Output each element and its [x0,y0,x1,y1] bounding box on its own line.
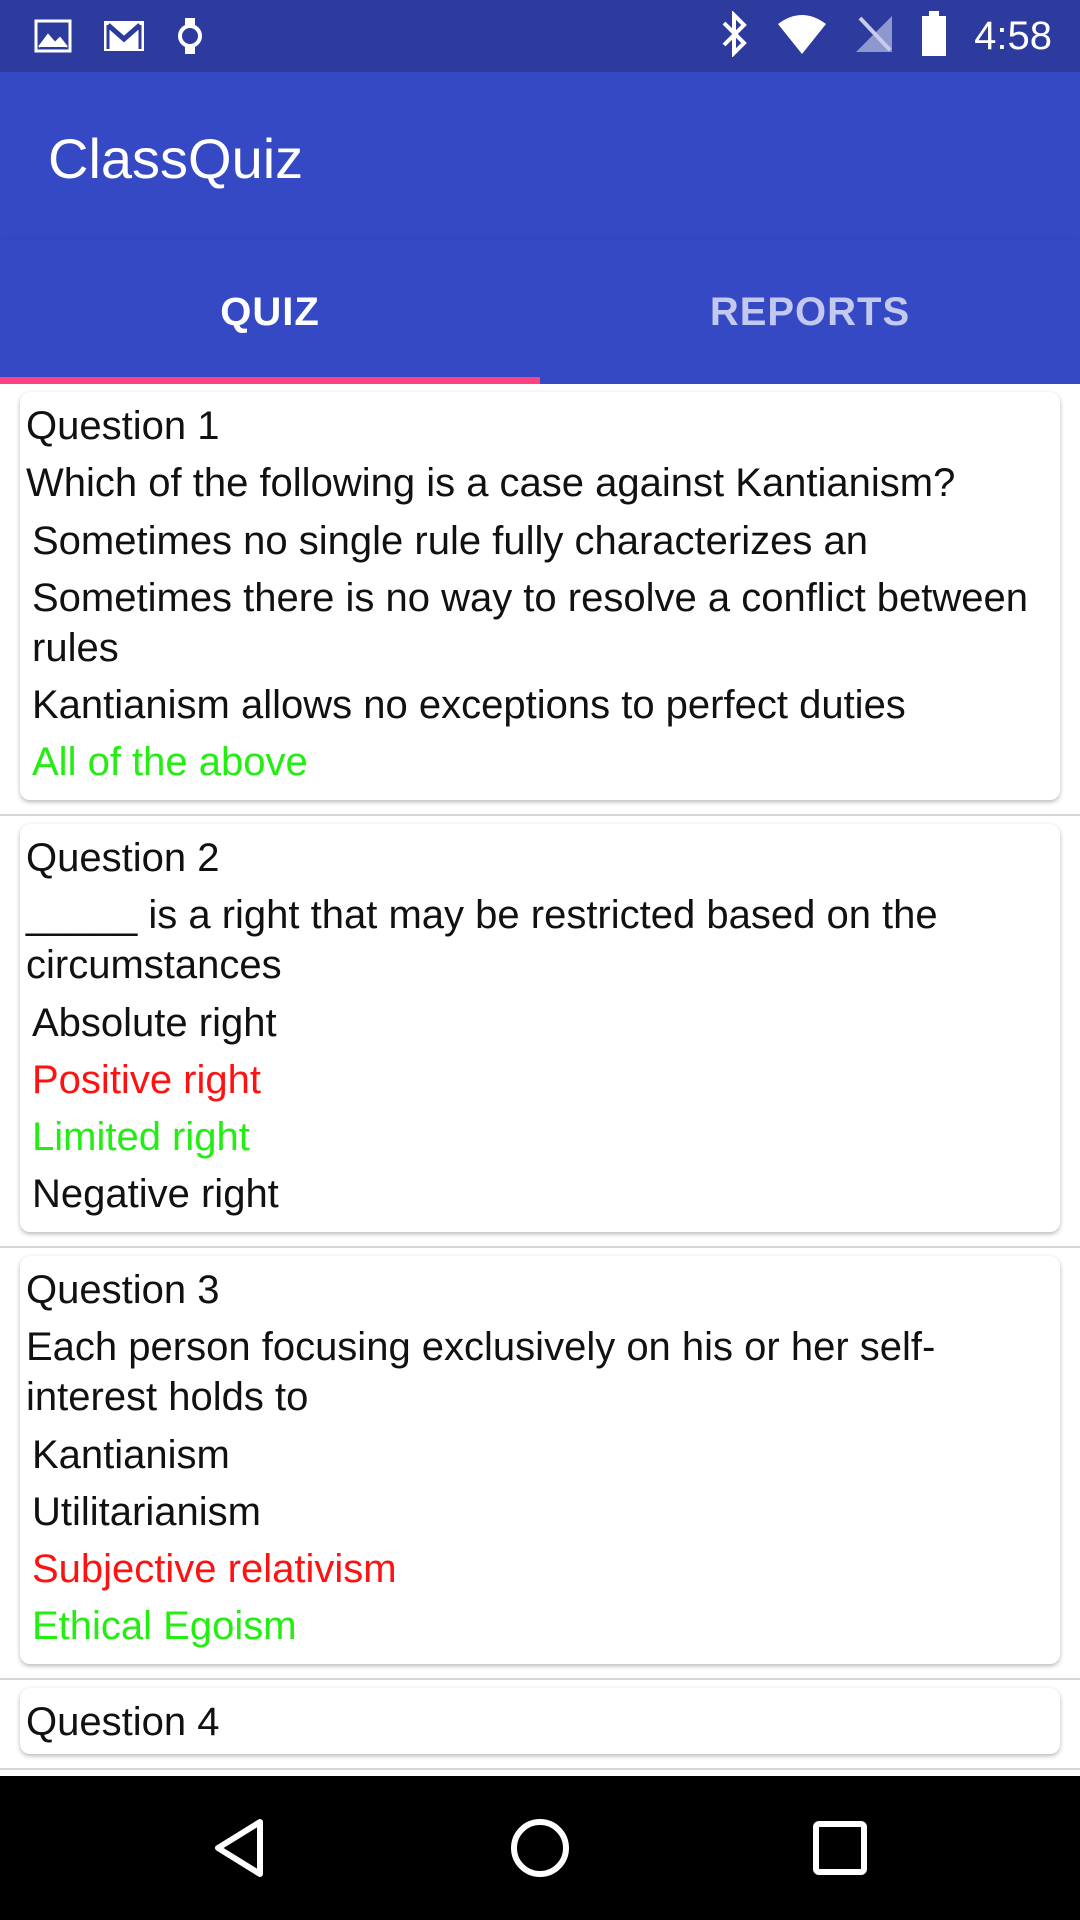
answer-option-wrong[interactable]: Subjective relativism [32,1544,1054,1594]
question-title: Question 3 [26,1268,220,1312]
question-item: Question 1 Which of the following is a c… [0,384,1080,816]
navigation-bar [0,1776,1080,1920]
bluetooth-icon [720,9,750,62]
question-card: Question 2 _____ is a right that may be … [20,824,1060,1232]
answer-option-correct[interactable]: Limited right [32,1112,1054,1162]
question-title: Question 1 [26,404,220,448]
home-icon[interactable] [508,1816,572,1880]
tab-quiz[interactable]: QUIZ [0,240,540,384]
question-text: _____ is a right that may be restricted … [26,893,938,987]
question-text: Which of the following is a case against… [26,461,956,505]
answer-option-wrong[interactable]: Positive right [32,1055,1054,1105]
tab-reports[interactable]: REPORTS [540,240,1080,384]
question-item: Question 2 _____ is a right that may be … [0,816,1080,1248]
back-icon[interactable] [210,1816,274,1880]
answer-option[interactable]: Sometimes no single rule fully character… [32,516,1054,566]
answer-option[interactable]: Sometimes there is no way to resolve a c… [32,573,1054,673]
answer-option[interactable]: Negative right [32,1169,1054,1219]
tab-bar: QUIZ REPORTS [0,240,1080,384]
question-card: Question 3 Each person focusing exclusiv… [20,1256,1060,1664]
answer-option-correct[interactable]: All of the above [32,737,1054,787]
answer-option-correct[interactable]: Ethical Egoism [32,1601,1054,1651]
app-title: ClassQuiz [48,127,304,190]
notification-icons [34,16,204,61]
quiz-list[interactable]: Question 1 Which of the following is a c… [0,384,1080,1776]
system-icons: 4:58 [720,9,1052,62]
question-title: Question 4 [26,1700,220,1744]
battery-icon [920,10,948,62]
question-card: Question 4 [20,1688,1060,1754]
clock: 4:58 [974,14,1052,58]
image-icon [34,19,72,58]
answer-option[interactable]: Kantianism [32,1430,1054,1480]
answer-option[interactable]: Kantianism allows no exceptions to perfe… [32,680,1054,730]
question-text: Each person focusing exclusively on his … [26,1325,936,1419]
app-bar: ClassQuiz [0,72,1080,240]
answer-option[interactable]: Utilitarianism [32,1487,1054,1537]
question-title: Question 2 [26,836,220,880]
tab-indicator [0,377,540,384]
no-signal-icon [854,14,894,59]
question-card: Question 1 Which of the following is a c… [20,392,1060,800]
recents-icon[interactable] [808,1816,872,1880]
answer-option[interactable]: Absolute right [32,998,1054,1048]
gmail-icon [102,19,146,58]
watch-icon [176,16,204,61]
question-item: Question 4 [0,1680,1080,1770]
question-item: Question 3 Each person focusing exclusiv… [0,1248,1080,1680]
status-bar: 4:58 [0,0,1080,72]
wifi-icon [776,14,828,59]
